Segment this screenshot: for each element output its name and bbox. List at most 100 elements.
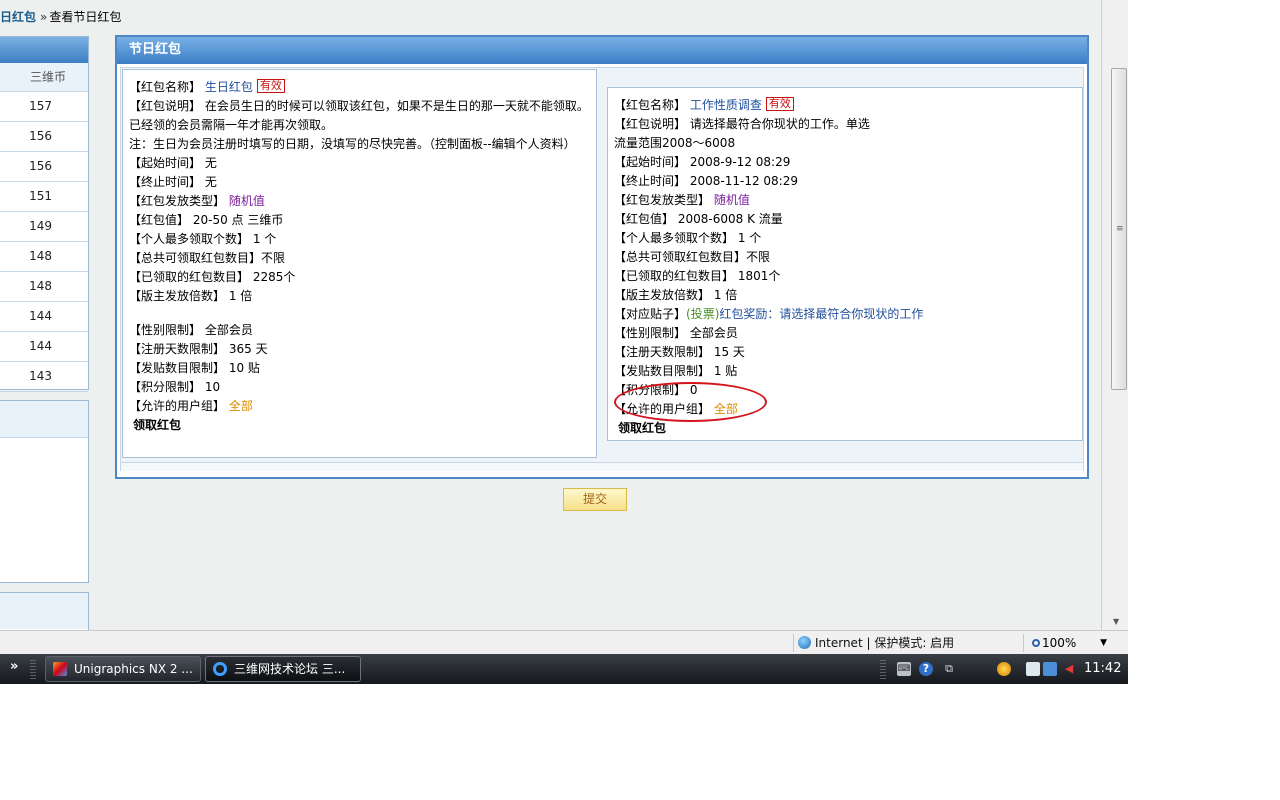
scrollbar-thumb[interactable]: ≡ — [1111, 68, 1127, 390]
panel-title: 节日红包 — [117, 37, 1087, 64]
field-label: 【个人最多领取个数】 — [129, 232, 250, 246]
network-icon[interactable] — [1043, 662, 1057, 676]
field-label: 【版主发放倍数】 — [614, 288, 711, 302]
status-badge: 有效 — [765, 97, 794, 111]
field-label: 【起始时间】 — [129, 156, 202, 170]
distribution-type-value: 随机值 — [228, 194, 265, 208]
rank-table-row: 148 — [0, 272, 88, 302]
rank-table-row: 157 — [0, 92, 88, 122]
claim-red-packet-link[interactable]: 领取红包 — [133, 418, 181, 432]
gender-limit-value: 全部会员 — [689, 326, 738, 340]
distribution-type-value: 随机值 — [713, 193, 750, 207]
post-count-limit-value: 10 贴 — [228, 361, 260, 375]
field-label: 【红包说明】 — [614, 117, 687, 131]
claimed-count-value: 2285个 — [252, 270, 296, 284]
packet-name: 生日红包 — [204, 80, 253, 94]
quick-launch-expand-icon[interactable]: » — [10, 659, 18, 674]
taskbar-item-label: Unigraphics NX 2 ... — [74, 662, 193, 676]
toolbar-grip[interactable] — [880, 660, 886, 680]
field-label: 【性别限制】 — [614, 326, 687, 340]
rank-table-column-header: 三维币 — [0, 63, 88, 92]
submit-button[interactable]: 提交 — [563, 488, 627, 511]
start-time-value: 2008-9-12 08:29 — [689, 155, 791, 169]
field-label: 【红包说明】 — [129, 99, 202, 113]
red-packet-card-survey: 【红包名称】 工作性质调查 有效 【红包说明】 请选择最符合你现状的工作。单选 流… — [607, 87, 1083, 441]
field-label: 【发贴数目限制】 — [129, 361, 226, 375]
rank-table-row: 144 — [0, 302, 88, 332]
field-label: 【个人最多领取个数】 — [614, 231, 735, 245]
moderator-multiplier-value: 1 倍 — [713, 288, 738, 302]
field-label: 【已领取的红包数目】 — [129, 270, 250, 284]
per-user-limit-value: 1 个 — [252, 232, 277, 246]
allowed-groups-value: 全部 — [713, 402, 738, 416]
breadcrumb-parent-link[interactable]: 日红包 — [0, 10, 36, 24]
zone-text: Internet | 保护模式: 启用 — [815, 636, 955, 650]
field-label: 【起始时间】 — [614, 155, 687, 169]
field-label: 【注册天数限制】 — [614, 345, 711, 359]
points-limit-value: 0 — [689, 383, 698, 397]
packet-note: 注：生日为会员注册时填写的日期，没填写的尽快完善。（控制面板--编辑个人资料） — [129, 137, 576, 151]
windows-taskbar: » Unigraphics NX 2 ... 三维网技术论坛 三... ⌨ ? … — [0, 654, 1128, 684]
end-time-value: 无 — [204, 175, 217, 189]
rank-table-panel: 三维币 157 156 156 151 149 148 148 144 144 … — [0, 36, 89, 392]
field-label: 【注册天数限制】 — [129, 342, 226, 356]
taskbar-item-unigraphics[interactable]: Unigraphics NX 2 ... — [45, 656, 201, 682]
scroll-down-arrow-icon[interactable]: ▼ — [1113, 617, 1119, 626]
red-packet-card-birthday: 【红包名称】 生日红包 有效 【红包说明】 在会员生日的时候可以领取该红包，如果不… — [122, 69, 597, 458]
field-label: 【红包发放类型】 — [129, 194, 226, 208]
field-label: 【总共可领取红包数目】 — [129, 251, 262, 265]
breadcrumb: 日红包 » 查看节日红包 — [0, 8, 121, 25]
claim-red-packet-link[interactable]: 领取红包 — [618, 421, 666, 435]
browser-status-bar: Internet | 保护模式: 启用 100% ▼ — [0, 630, 1128, 654]
field-label: 【版主发放倍数】 — [129, 289, 226, 303]
restore-window-icon[interactable]: ⧉ — [942, 662, 956, 676]
status-badge: 有效 — [256, 79, 285, 93]
tray-app-icon[interactable] — [997, 662, 1011, 676]
zoom-control[interactable]: 100% ▼ — [1023, 634, 1113, 652]
end-time-value: 2008-11-12 08:29 — [689, 174, 798, 188]
rank-table-row: 149 — [0, 212, 88, 242]
total-count-value: 不限 — [746, 250, 771, 264]
related-post-link[interactable]: 红包奖励：请选择最符合你现状的工作 — [719, 307, 923, 321]
field-label: 【红包名称】 — [129, 80, 202, 94]
rank-table-header-bar — [0, 37, 88, 63]
rank-table-row: 156 — [0, 122, 88, 152]
browser-content: 日红包 » 查看节日红包 三维币 157 156 156 151 149 148 1… — [0, 0, 1101, 630]
breadcrumb-current: 查看节日红包 — [49, 10, 122, 24]
field-label: 【终止时间】 — [614, 174, 687, 188]
field-label: 【允许的用户组】 — [614, 402, 711, 416]
chevron-down-icon[interactable]: ▼ — [1100, 634, 1107, 652]
left-sidebar-box — [0, 400, 89, 583]
packet-value: 20-50 点 三维币 — [192, 213, 284, 227]
rank-table-row: 144 — [0, 332, 88, 362]
points-limit-value: 10 — [204, 380, 221, 394]
registration-days-value: 15 天 — [713, 345, 745, 359]
start-time-value: 无 — [204, 156, 217, 170]
toolbar-grip[interactable] — [30, 660, 36, 680]
keyboard-icon[interactable]: ⌨ — [897, 662, 911, 676]
field-label: 【红包发放类型】 — [614, 193, 711, 207]
volume-muted-icon[interactable]: ◀ — [1062, 662, 1076, 676]
field-label: 【终止时间】 — [129, 175, 202, 189]
taskbar-clock[interactable]: 11:42 — [1084, 661, 1121, 676]
allowed-groups-value: 全部 — [228, 399, 253, 413]
security-zone[interactable]: Internet | 保护模式: 启用 — [793, 634, 1018, 652]
tray-document-icon[interactable] — [1026, 662, 1040, 676]
field-label: 【红包名称】 — [614, 98, 687, 112]
zoom-level: 100% — [1042, 636, 1077, 650]
packet-name: 工作性质调查 — [689, 98, 762, 112]
claimed-count-value: 1801个 — [737, 269, 781, 283]
per-user-limit-value: 1 个 — [737, 231, 762, 245]
field-label: 【对应贴子】 — [614, 307, 687, 321]
field-label: 【总共可领取红包数目】 — [614, 250, 747, 264]
post-count-limit-value: 1 贴 — [713, 364, 738, 378]
grip-icon: ≡ — [1116, 224, 1124, 234]
rank-table-row: 156 — [0, 152, 88, 182]
help-icon[interactable]: ? — [919, 662, 933, 676]
field-label: 【积分限制】 — [129, 380, 202, 394]
moderator-multiplier-value: 1 倍 — [228, 289, 253, 303]
vertical-scrollbar[interactable]: ≡ ▼ — [1101, 0, 1128, 630]
taskbar-item-ie-forum[interactable]: 三维网技术论坛 三... — [205, 656, 361, 682]
field-label: 【已领取的红包数目】 — [614, 269, 735, 283]
packet-value: 2008-6008 K 流量 — [677, 212, 783, 226]
